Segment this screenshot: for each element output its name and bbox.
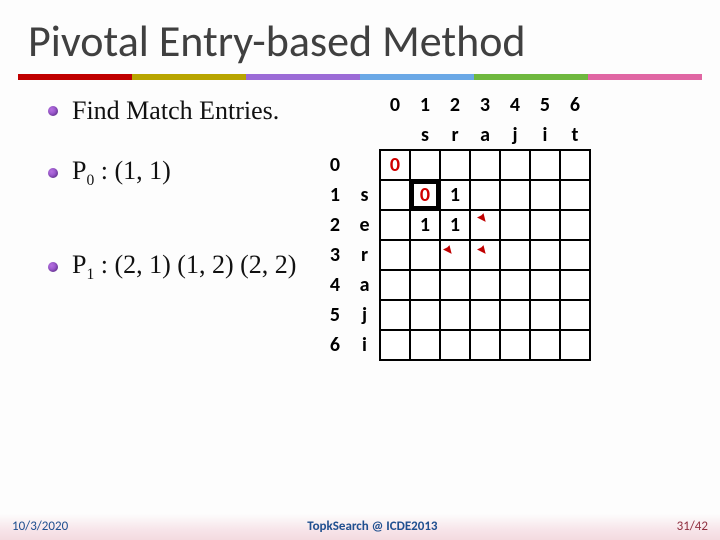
row-idx: 1: [320, 180, 350, 210]
slide-body: Find Match Entries. P0 : (1, 1) P1 : (2,…: [0, 90, 720, 540]
col-idx: 2: [440, 90, 470, 120]
cell: [410, 300, 440, 330]
cell: [380, 270, 410, 300]
footer-page: 31/42: [677, 519, 708, 534]
col-lbl: s: [410, 120, 440, 150]
cell: [440, 150, 470, 180]
cell: [530, 330, 560, 360]
slide-title: Pivotal Entry-based Method: [0, 0, 720, 74]
row-idx: 4: [320, 270, 350, 300]
cell: [380, 300, 410, 330]
row-idx: 0: [320, 150, 350, 180]
cell: [560, 270, 590, 300]
cell: [380, 210, 410, 240]
col-lbl: [380, 120, 410, 150]
slide-footer: 10/3/2020 TopkSearch @ ICDE2013 31/42: [0, 516, 720, 536]
cell-2-2: 1: [440, 210, 470, 240]
slide: Pivotal Entry-based Method Find Match En…: [0, 0, 720, 540]
col-idx: 0: [380, 90, 410, 120]
col-idx: 6: [560, 90, 590, 120]
cell: [560, 300, 590, 330]
row-idx: 5: [320, 300, 350, 330]
cell: [440, 300, 470, 330]
p1-prefix: P: [72, 250, 86, 279]
bullet-text: P0 : (1, 1): [72, 156, 171, 190]
cell: [410, 240, 440, 270]
cell: [380, 330, 410, 360]
cell: [500, 300, 530, 330]
cell: [530, 240, 560, 270]
bullet-icon: [48, 168, 58, 178]
col-idx: 5: [530, 90, 560, 120]
cell: [560, 180, 590, 210]
cell: [530, 210, 560, 240]
cell: [470, 150, 500, 180]
col-lbl: a: [470, 120, 500, 150]
p0-prefix: P: [72, 156, 86, 185]
bullet-text: Find Match Entries.: [72, 96, 279, 126]
cell: [500, 330, 530, 360]
cell: [440, 330, 470, 360]
cell: [380, 240, 410, 270]
cell-1-1: 0: [410, 180, 440, 210]
cell: [440, 270, 470, 300]
cell: [500, 150, 530, 180]
cell: [410, 150, 440, 180]
cell: [380, 180, 410, 210]
footer-date: 10/3/2020: [12, 519, 68, 534]
col-lbl: j: [500, 120, 530, 150]
row-lbl: r: [350, 240, 380, 270]
bullet-icon: [48, 262, 58, 272]
cell: [530, 270, 560, 300]
cell: [560, 210, 590, 240]
p0-rest: : (1, 1): [94, 156, 171, 185]
cell-0-0: 0: [380, 150, 410, 180]
row-idx: 6: [320, 330, 350, 360]
cell-1-2: 1: [440, 180, 470, 210]
row-lbl: s: [350, 180, 380, 210]
p1-rest: : (2, 1) (1, 2) (2, 2): [94, 250, 296, 279]
cell: [500, 270, 530, 300]
cell: [560, 330, 590, 360]
cell: [470, 300, 500, 330]
cell: [470, 270, 500, 300]
cell: [530, 150, 560, 180]
row-lbl: e: [350, 210, 380, 240]
col-lbl: r: [440, 120, 470, 150]
cell: [470, 330, 500, 360]
row-lbl: j: [350, 300, 380, 330]
cell: [500, 210, 530, 240]
cell: [530, 180, 560, 210]
col-idx: 3: [470, 90, 500, 120]
cell: [470, 210, 500, 240]
cell: [470, 180, 500, 210]
cell: [410, 270, 440, 300]
row-idx: 3: [320, 240, 350, 270]
cell-2-1: 1: [410, 210, 440, 240]
col-lbl: t: [560, 120, 590, 150]
cell: [560, 240, 590, 270]
col-lbl: i: [530, 120, 560, 150]
bullet-text: P1 : (2, 1) (1, 2) (2, 2): [72, 250, 296, 284]
matrix-table: 0 1 2 3 4 5 6 s r a j i t: [320, 90, 591, 361]
row-lbl: i: [350, 330, 380, 360]
cell: [500, 240, 530, 270]
row-lbl: a: [350, 270, 380, 300]
dp-matrix: 0 1 2 3 4 5 6 s r a j i t: [320, 90, 591, 361]
cell: [560, 150, 590, 180]
footer-center: TopkSearch @ ICDE2013: [68, 519, 676, 534]
cell: [500, 180, 530, 210]
col-idx: 4: [500, 90, 530, 120]
cell: [530, 300, 560, 330]
accent-bar: [18, 74, 702, 80]
cell: [470, 240, 500, 270]
cell: [440, 240, 470, 270]
bullet-icon: [48, 106, 58, 116]
row-lbl: [350, 150, 380, 180]
cell: [410, 330, 440, 360]
row-idx: 2: [320, 210, 350, 240]
col-idx: 1: [410, 90, 440, 120]
